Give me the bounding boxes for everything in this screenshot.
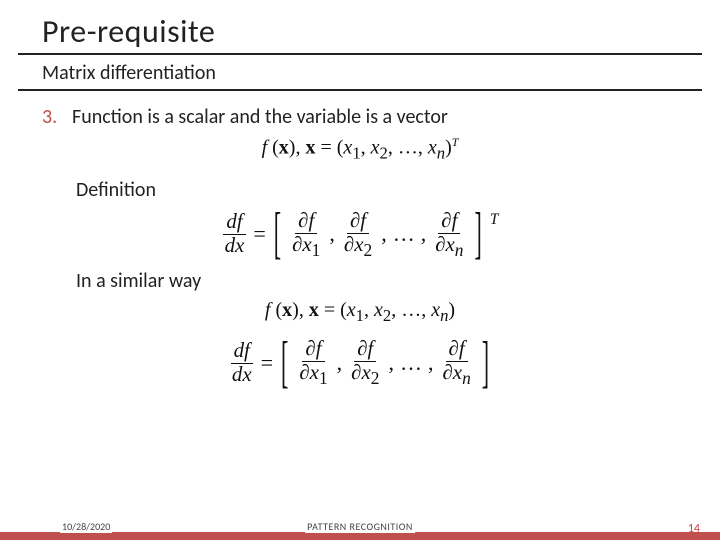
slide: { "title": "Pre-requisite", "subtitle": … bbox=[0, 0, 720, 540]
list-index: 3. bbox=[42, 105, 62, 129]
list-item-3: 3. Function is a scalar and the variable… bbox=[42, 105, 678, 129]
math-gradient-transpose: dfdx = [ ∂f∂x1, ∂f∂x2, …, ∂f∂xn ]T bbox=[42, 210, 678, 259]
slide-subtitle: Matrix differentiation bbox=[18, 55, 702, 91]
definition-label: Definition bbox=[76, 178, 678, 202]
slide-title: Pre-requisite bbox=[18, 0, 702, 55]
math-fx-vector-transpose: f (x), x = (x1, x2, …, xn)T bbox=[42, 135, 678, 164]
footer-accent-bar bbox=[0, 532, 720, 540]
list-text: Function is a scalar and the variable is… bbox=[72, 105, 448, 129]
footer-page-number: 14 bbox=[688, 522, 700, 536]
footer-title: PATTERN RECOGNITION bbox=[305, 520, 415, 533]
math-gradient-column: dfdx = [ ∂f∂x1, ∂f∂x2, …, ∂f∂xn ] bbox=[42, 338, 678, 387]
slide-footer: 10/28/2020 PATTERN RECOGNITION 14 bbox=[0, 516, 720, 540]
slide-body: 3. Function is a scalar and the variable… bbox=[0, 91, 720, 387]
footer-date: 10/28/2020 bbox=[60, 520, 112, 533]
math-fx-vector-row: f (x), x = (x1, x2, …, xn) bbox=[42, 299, 678, 326]
similar-label: In a similar way bbox=[76, 269, 678, 293]
